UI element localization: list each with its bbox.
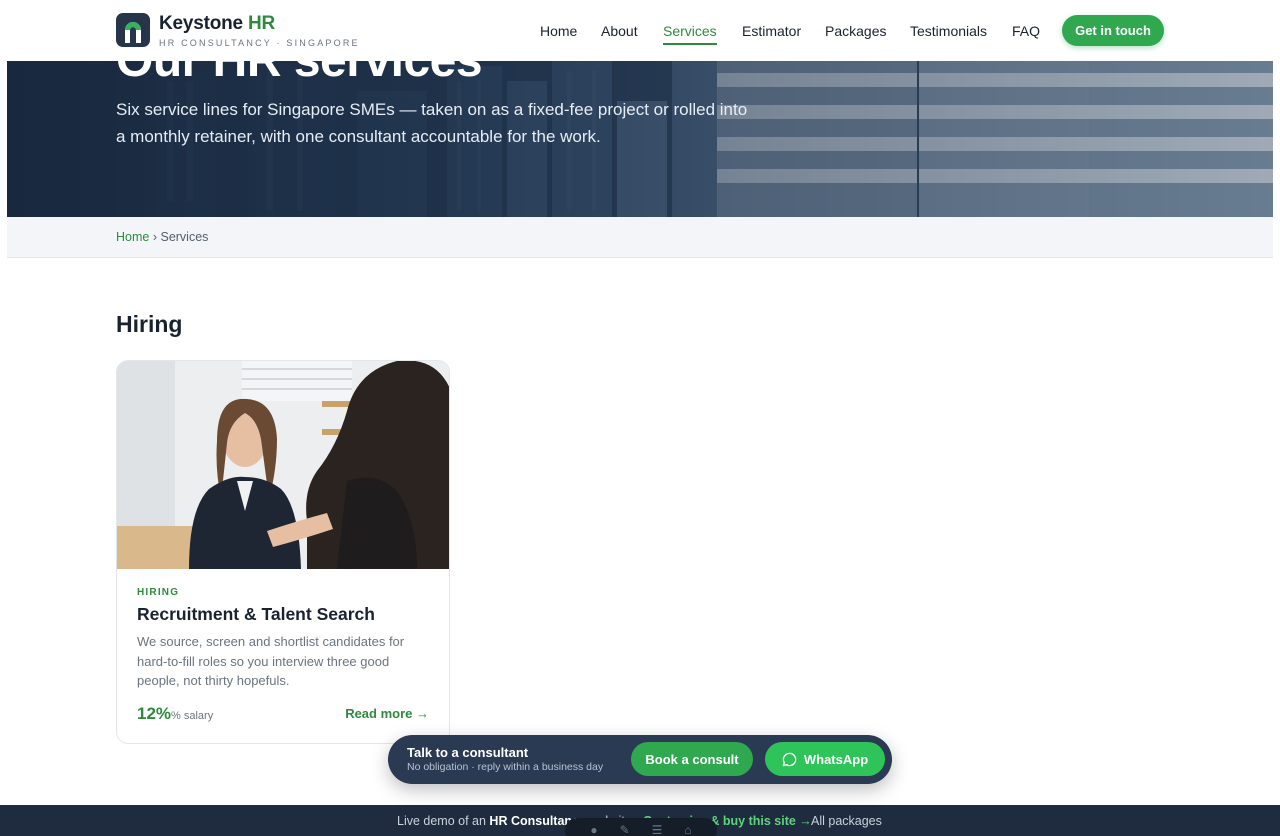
whatsapp-button[interactable]: WhatsApp [765, 742, 885, 776]
nav-about[interactable]: About [601, 23, 638, 39]
read-more-link[interactable]: Read more → [345, 706, 429, 721]
demo-prefix: Live demo of an [397, 814, 490, 828]
service-card[interactable]: HIRING Recruitment & Talent Search We so… [116, 360, 450, 744]
breadcrumb-bar: Home › Services [7, 217, 1273, 258]
nav-testimonials[interactable]: Testimonials [910, 23, 987, 39]
breadcrumb-current: Services [160, 230, 209, 244]
price-unit: % salary [171, 710, 214, 722]
hero-subtitle: Six service lines for Singapore SMEs — t… [116, 100, 748, 146]
service-card-category: HIRING [137, 587, 180, 598]
dock-menu-icon[interactable]: ☰ [652, 823, 663, 836]
service-card-title[interactable]: Recruitment & Talent Search [137, 604, 375, 625]
consult-bar-subtitle: No obligation · reply within a business … [407, 761, 604, 773]
dock-edit-icon[interactable]: ✎ [620, 823, 630, 836]
breadcrumb-home-link[interactable]: Home [116, 230, 149, 244]
price-value: 12% [137, 704, 172, 723]
nav-services[interactable]: Services [663, 23, 717, 45]
get-in-touch-button[interactable]: Get in touch [1062, 15, 1164, 46]
whatsapp-button-label: WhatsApp [803, 751, 869, 767]
nav-faq[interactable]: FAQ [1012, 23, 1040, 39]
dock-user-icon[interactable]: ● [590, 823, 597, 836]
hero-banner: Our HR services Six service lines for Si… [7, 61, 1273, 217]
nav-packages[interactable]: Packages [825, 23, 886, 39]
nav-home[interactable]: Home [540, 23, 577, 39]
service-card-image [117, 361, 449, 569]
all-packages-link[interactable]: All packages [811, 814, 882, 828]
nav-estimator[interactable]: Estimator [742, 23, 801, 39]
section-heading-hiring: Hiring [116, 311, 183, 337]
service-card-description: We source, screen and shortlist candidat… [137, 634, 405, 688]
demo-dock: ● ✎ ☰ ⌂ [565, 818, 717, 836]
whatsapp-icon [782, 752, 797, 766]
dock-home-icon[interactable]: ⌂ [684, 823, 691, 836]
page-title: Our HR services [116, 61, 483, 88]
breadcrumb-separator: › [152, 230, 157, 244]
site-header: Keystone HR HR CONSULTANCY · SINGAPORE H… [0, 0, 1280, 61]
consult-bar: Talk to a consultant No obligation · rep… [388, 735, 892, 784]
service-card-price: 12%% salary [137, 704, 213, 724]
consult-bar-title: Talk to a consultant [407, 745, 529, 760]
breadcrumb: Home › Services [116, 230, 208, 244]
book-consult-button[interactable]: Book a consult [631, 742, 753, 776]
